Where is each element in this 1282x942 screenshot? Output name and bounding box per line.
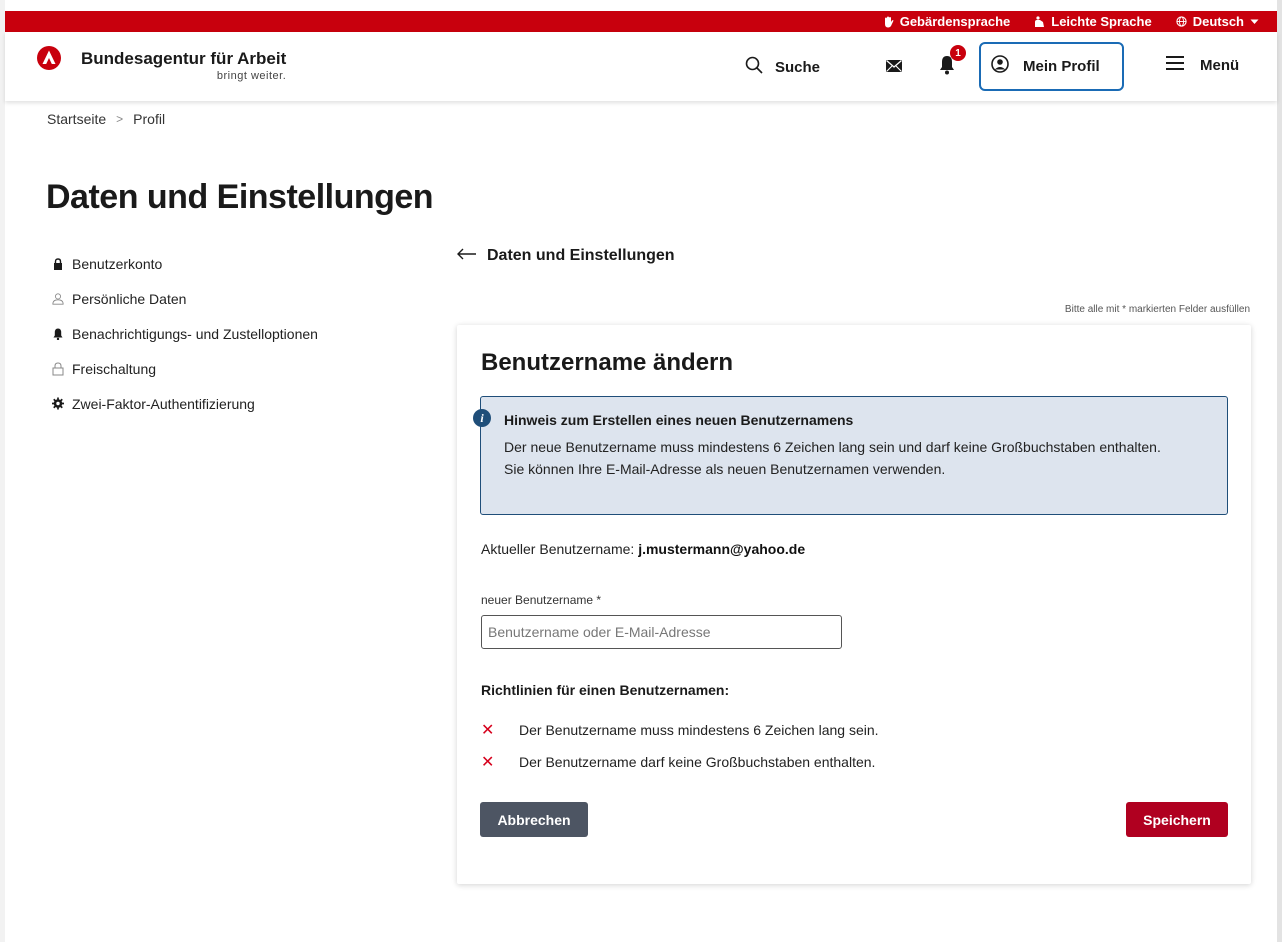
gear-icon xyxy=(52,397,64,411)
card-title: Benutzername ändern xyxy=(481,349,734,376)
search-icon xyxy=(745,56,763,79)
globe-icon xyxy=(1176,16,1187,27)
back-link-label: Daten und Einstellungen xyxy=(487,247,675,264)
new-username-input[interactable] xyxy=(481,615,842,649)
hamburger-icon xyxy=(1166,56,1184,75)
settings-sidebar: Benutzerkonto Persönliche Daten Benachri… xyxy=(52,246,318,421)
my-profile-label: Mein Profil xyxy=(1023,58,1100,75)
unlock-icon xyxy=(52,361,64,376)
rule-text: Der Benutzername darf keine Großbuchstab… xyxy=(519,754,876,770)
my-profile-button[interactable]: Mein Profil xyxy=(979,42,1124,91)
user-circle-icon xyxy=(991,55,1009,78)
sign-language-link[interactable]: Gebärdensprache xyxy=(883,14,1011,29)
search-button[interactable]: Suche xyxy=(745,56,820,79)
bell-icon xyxy=(939,56,955,79)
sidebar-item-label: Benutzerkonto xyxy=(72,255,163,272)
info-hint-box: i Hinweis zum Erstellen eines neuen Benu… xyxy=(473,396,1228,515)
sidebar-item-label: Benachrichtigungs- und Zustelloptionen xyxy=(72,325,318,342)
current-username-value: j.mustermann@yahoo.de xyxy=(638,541,806,557)
page-title: Daten und Einstellungen xyxy=(46,178,434,216)
menu-button[interactable]: Menü xyxy=(1166,56,1239,75)
cancel-button[interactable]: Abbrechen xyxy=(480,802,588,837)
hint-line-1: Der neue Benutzername muss mindestens 6 … xyxy=(504,439,1161,455)
hand-icon xyxy=(883,16,894,28)
arrow-left-icon xyxy=(457,247,477,265)
rule-item: ✕ Der Benutzername darf keine Großbuchst… xyxy=(481,752,875,772)
sidebar-item-account[interactable]: Benutzerkonto xyxy=(52,246,318,281)
page-edge-left xyxy=(0,0,5,942)
sidebar-item-label: Zwei-Faktor-Authentifizierung xyxy=(72,395,255,412)
info-icon: i xyxy=(473,409,491,427)
cross-icon: ✕ xyxy=(481,722,495,739)
hint-line-2: Sie können Ihre E-Mail-Adresse als neuen… xyxy=(504,461,946,477)
sidebar-item-label: Persönliche Daten xyxy=(72,290,187,307)
notification-badge: 1 xyxy=(950,45,966,61)
utility-bar: Gebärdensprache Leichte Sprache Deutsch xyxy=(5,11,1277,32)
change-username-card: Benutzername ändern i Hinweis zum Erstel… xyxy=(457,325,1251,884)
save-button[interactable]: Speichern xyxy=(1126,802,1228,837)
brand-slogan: bringt weiter. xyxy=(216,70,287,82)
sidebar-item-notifications[interactable]: Benachrichtigungs- und Zustelloptionen xyxy=(52,316,318,351)
person-icon xyxy=(52,292,64,306)
rule-text: Der Benutzername muss mindestens 6 Zeich… xyxy=(519,722,879,738)
lock-icon xyxy=(52,257,64,271)
current-username-label: Aktueller Benutzername: xyxy=(481,541,635,557)
breadcrumb-home[interactable]: Startseite xyxy=(47,111,106,127)
rule-item: ✕ Der Benutzername muss mindestens 6 Zei… xyxy=(481,720,879,740)
sidebar-item-label: Freischaltung xyxy=(72,360,157,377)
breadcrumb-current: Profil xyxy=(133,111,166,127)
page-edge-right xyxy=(1277,0,1282,942)
hint-title: Hinweis zum Erstellen eines neuen Benutz… xyxy=(504,412,854,428)
rules-title: Richtlinien für einen Benutzernamen: xyxy=(481,682,730,698)
back-link[interactable]: Daten und Einstellungen xyxy=(457,247,675,265)
mail-button[interactable] xyxy=(886,59,902,77)
language-selector[interactable]: Deutsch xyxy=(1176,14,1259,29)
chevron-down-icon xyxy=(1250,19,1259,25)
breadcrumb-separator: > xyxy=(116,112,124,126)
ba-logo-icon[interactable] xyxy=(37,46,61,70)
sign-language-label: Gebärdensprache xyxy=(899,14,1011,29)
menu-label: Menü xyxy=(1200,57,1240,74)
hint-text: Der neue Benutzername muss mindestens 6 … xyxy=(504,436,1204,480)
notifications-button[interactable]: 1 xyxy=(939,45,966,80)
cross-icon: ✕ xyxy=(481,754,495,771)
required-fields-note: Bitte alle mit * markierten Felder ausfü… xyxy=(1064,304,1250,315)
sidebar-item-two-factor[interactable]: Zwei-Faktor-Authentifizierung xyxy=(52,386,318,421)
current-username: Aktueller Benutzername: j.mustermann@yah… xyxy=(481,541,805,557)
bell-icon xyxy=(52,327,64,341)
brand[interactable]: Bundesagentur für Arbeit bringt weiter. xyxy=(81,49,286,82)
easy-language-link[interactable]: Leichte Sprache xyxy=(1034,14,1152,29)
sidebar-item-activation[interactable]: Freischaltung xyxy=(52,351,318,386)
easy-language-label: Leichte Sprache xyxy=(1051,14,1152,29)
search-label: Suche xyxy=(775,59,821,76)
language-label: Deutsch xyxy=(1192,14,1244,29)
new-username-label: neuer Benutzername * xyxy=(481,593,602,607)
brand-name: Bundesagentur für Arbeit xyxy=(81,49,287,68)
mail-icon xyxy=(886,59,902,76)
breadcrumb: Startseite > Profil xyxy=(47,111,165,127)
sidebar-item-personal-data[interactable]: Persönliche Daten xyxy=(52,281,318,316)
site-header: Bundesagentur für Arbeit bringt weiter. … xyxy=(5,32,1277,101)
easy-language-icon xyxy=(1034,15,1045,28)
